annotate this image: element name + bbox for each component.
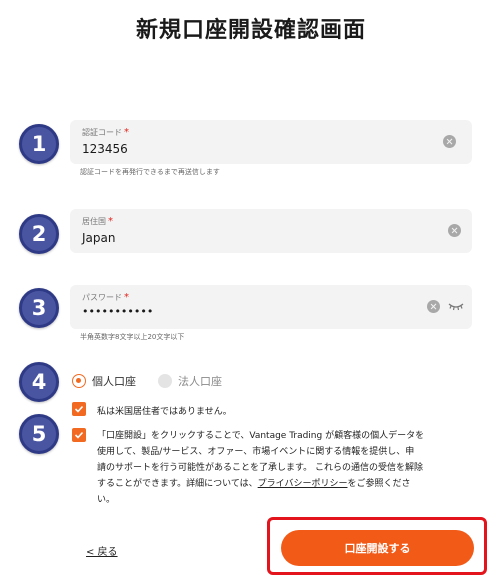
privacy-policy-link[interactable]: プライバシーポリシー [258,479,348,489]
consent-line-text: することができます。詳細については、 [97,479,258,489]
required-mark: * [124,127,129,138]
password-field[interactable]: パスワード * ••••••••••• [70,285,472,329]
country-label-text: 居住国 [82,217,106,226]
radio-corporate-account[interactable] [158,374,172,388]
password-label: パスワード * [82,292,129,303]
country-value: Japan [82,231,116,245]
password-hint: 半角英数字8文字以上20文字以下 [80,333,185,341]
consent-line: することができます。詳細については、プライバシーポリシーをご参照くださ [97,476,477,492]
password-value: ••••••••••• [82,305,154,318]
country-label: 居住国 * [82,216,113,227]
consent-line: い。 [97,495,116,505]
step-badge-1: 1 [19,124,59,164]
radio-individual-account[interactable] [72,374,86,388]
account-type-group: 個人口座 法人口座 [72,372,222,390]
checkmark-icon [74,431,84,439]
consent-line-text: をご参照くださ [347,479,411,489]
checkmark-icon [74,405,84,413]
consent-line: 請のサポートを行う可能性があることを了承します。 これらの通信の受信を解除 [97,463,423,473]
consent-text: 「口座開設」をクリックすることで、Vantage Trading が顧客様の個人… [97,428,477,508]
password-label-text: パスワード [82,293,122,302]
verification-code-label: 認証コード * [82,127,129,138]
step-badge-4: 4 [19,362,59,402]
consent-checkbox[interactable] [72,428,86,442]
required-mark: * [108,216,113,227]
country-field[interactable]: 居住国 * Japan [70,209,472,253]
consent-line: 使用して、製品/サービス、オファー、市場イベントに関する情報を提供し、申 [97,447,415,457]
verification-code-label-text: 認証コード [82,128,122,137]
clear-icon[interactable] [427,300,440,313]
open-account-button[interactable]: 口座開設する [281,530,474,566]
us-resident-checkbox[interactable] [72,402,86,416]
eye-closed-icon[interactable] [448,299,464,313]
radio-individual-label[interactable]: 個人口座 [92,373,136,389]
verification-code-field[interactable]: 認証コード * 123456 [70,120,472,164]
clear-icon[interactable] [448,224,461,237]
us-resident-label: 私は米国居住者ではありません。 [97,407,232,417]
step-badge-3: 3 [19,288,59,328]
consent-line: 「口座開設」をクリックすることで、Vantage Trading が顧客様の個人… [97,431,425,441]
radio-corporate-label[interactable]: 法人口座 [178,373,222,389]
verification-code-value: 123456 [82,142,128,156]
required-mark: * [124,292,129,303]
clear-icon[interactable] [443,135,456,148]
step-badge-2: 2 [19,214,59,254]
back-link[interactable]: < 戻る [86,543,118,558]
step-badge-5: 5 [19,414,59,454]
page-title: 新規口座開設確認画面 [135,18,366,43]
verification-code-hint: 認証コードを再発行できるまで再送信します [80,168,220,176]
